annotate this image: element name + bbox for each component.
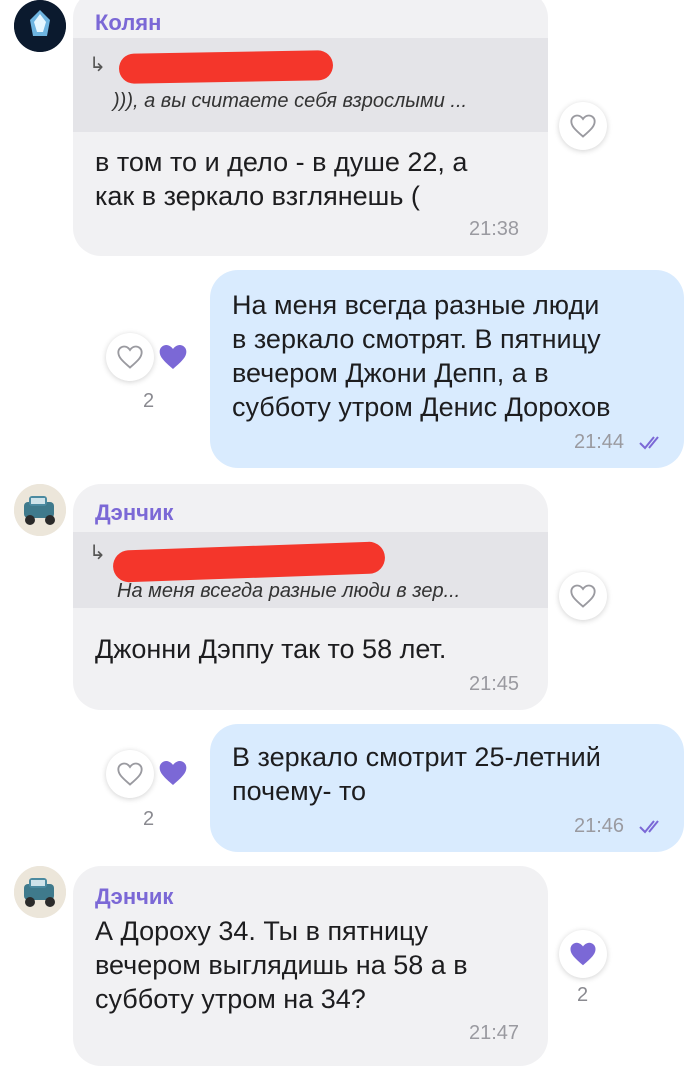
reply-quote-text: На меня всегда разные люди в зер... [117, 580, 461, 602]
double-check-icon [639, 820, 659, 834]
sender-name[interactable]: Колян [95, 10, 161, 36]
message-bubble[interactable]: Дэнчик А Дороху 34. Ты в пятницу вечером… [73, 866, 548, 1066]
reply-arrow-icon: ↳ [89, 54, 106, 76]
message-time: 21:38 [469, 218, 520, 240]
reaction-button[interactable] [559, 930, 607, 978]
heart-filled-icon[interactable] [157, 342, 189, 372]
message-text: На меня всегда разные люди в зеркало смо… [232, 290, 611, 422]
message-text: А Дороху 34. Ты в пятницу вечером выгляд… [95, 916, 468, 1014]
redacted-name [118, 50, 334, 84]
reply-preview[interactable]: ↳ На меня всегда разные люди в зер... [73, 532, 548, 608]
message-text: в том то и дело - в душе 22, а как в зер… [95, 147, 468, 211]
heart-outline-icon [570, 114, 596, 138]
message-text: В зеркало смотрит 25-летний почему- то [232, 742, 601, 806]
reaction-button[interactable] [559, 102, 607, 150]
redacted-name [112, 541, 386, 583]
message-time: 21:45 [469, 673, 520, 695]
heart-outline-icon [570, 584, 596, 608]
message-bubble[interactable]: Колян ↳ ))), а вы считаете себя взрослым… [73, 0, 548, 256]
message-bubble[interactable]: В зеркало смотрит 25-летний почему- то 2… [210, 724, 684, 852]
reaction-count: 2 [143, 808, 155, 830]
message-time: 21:47 [469, 1022, 520, 1044]
sender-name[interactable]: Дэнчик [95, 884, 173, 910]
avatar-kolyan[interactable] [14, 0, 66, 52]
message-time: 21:44 [574, 431, 625, 453]
heart-outline-icon [117, 762, 143, 786]
reaction-button[interactable] [106, 750, 154, 798]
avatar-danchik[interactable] [14, 484, 66, 536]
heart-outline-icon [117, 345, 143, 369]
reply-quote-text: ))), а вы считаете себя взрослыми ... [113, 90, 468, 112]
message-bubble[interactable]: Дэнчик ↳ На меня всегда разные люди в зе… [73, 484, 548, 710]
reaction-count: 2 [577, 984, 589, 1006]
reply-preview[interactable]: ↳ ))), а вы считаете себя взрослыми ... [73, 38, 548, 132]
message-text: Джонни Дэппу так то 58 лет. [95, 634, 447, 664]
reaction-button[interactable] [106, 333, 154, 381]
avatar-danchik[interactable] [14, 866, 66, 918]
message-bubble[interactable]: На меня всегда разные люди в зеркало смо… [210, 270, 684, 468]
message-time: 21:46 [574, 815, 625, 837]
reply-arrow-icon: ↳ [89, 542, 106, 564]
reaction-button[interactable] [559, 572, 607, 620]
reaction-count: 2 [143, 390, 155, 412]
sender-name[interactable]: Дэнчик [95, 500, 173, 526]
heart-filled-icon [570, 942, 596, 966]
double-check-icon [639, 436, 659, 450]
heart-filled-icon[interactable] [157, 758, 189, 788]
